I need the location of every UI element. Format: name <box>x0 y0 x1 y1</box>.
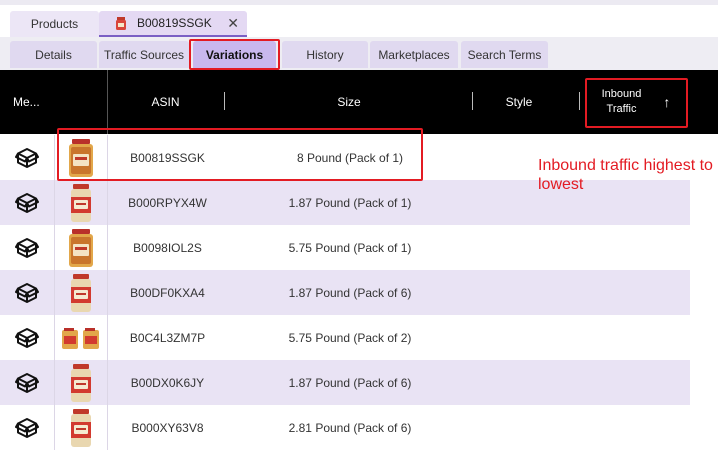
top-border <box>0 0 718 5</box>
cell-divider <box>107 270 108 315</box>
product-thumbnail-icon <box>116 17 126 30</box>
asin-cell[interactable]: B000RPYX4W <box>110 180 225 225</box>
size-cell: 1.87 Pound (Pack of 6) <box>288 285 412 300</box>
table-row[interactable]: B0098IOL2S 5.75 Pound (Pack of 1) <box>0 225 690 270</box>
box-icon[interactable] <box>0 135 54 180</box>
tab-history-label: History <box>306 47 344 62</box>
tab-search-terms-label: Search Terms <box>467 47 542 62</box>
asin-cell[interactable]: B000XY63V8 <box>110 405 225 450</box>
highlight-inbound-traffic-header <box>585 78 688 128</box>
column-resize-handle[interactable] <box>224 92 225 110</box>
asin-cell[interactable]: B00DX0K6JY <box>110 360 225 405</box>
cell-divider <box>107 405 108 450</box>
annotation-note: Inbound traffic highest to lowest <box>538 157 713 193</box>
tab-product-detail[interactable]: B00819SSGK ✕ <box>99 11 247 37</box>
product-image[interactable] <box>54 360 107 405</box>
tab-marketplaces-label: Marketplaces <box>378 47 450 62</box>
size-cell: 5.75 Pound (Pack of 2) <box>288 330 412 345</box>
table-row[interactable]: B000XY63V8 2.81 Pound (Pack of 6) <box>0 405 690 450</box>
asin-cell[interactable]: B0C4L3ZM7P <box>110 315 225 360</box>
size-cell: 1.87 Pound (Pack of 1) <box>288 195 412 210</box>
product-image[interactable] <box>54 405 107 450</box>
cell-divider <box>107 180 108 225</box>
close-icon[interactable]: ✕ <box>227 15 239 32</box>
cell-divider <box>107 225 108 270</box>
column-header-asin-label: ASIN <box>151 95 180 109</box>
column-header-size-label: Size <box>337 95 361 109</box>
highlight-first-row <box>57 128 423 181</box>
product-image[interactable] <box>54 270 107 315</box>
table-row[interactable]: B00DF0KXA4 1.87 Pound (Pack of 6) <box>0 270 690 315</box>
size-cell: 5.75 Pound (Pack of 1) <box>288 240 412 255</box>
column-resize-handle[interactable] <box>579 92 580 110</box>
asin-cell[interactable]: B0098IOL2S <box>110 225 225 270</box>
tab-products-label: Products <box>30 17 79 31</box>
tab-traffic-sources[interactable]: Traffic Sources <box>99 41 189 68</box>
tab-details-label: Details <box>35 47 72 62</box>
asin-cell[interactable]: B00DF0KXA4 <box>110 270 225 315</box>
table-row[interactable]: B0C4L3ZM7P 5.75 Pound (Pack of 2) <box>0 315 690 360</box>
box-icon[interactable] <box>0 270 54 315</box>
sub-tab-strip: Details Traffic Sources Variations Histo… <box>0 37 718 70</box>
tab-product-detail-label: B00819SSGK <box>137 16 212 30</box>
product-image[interactable] <box>54 225 107 270</box>
box-icon[interactable] <box>0 225 54 270</box>
tab-details[interactable]: Details <box>10 41 97 68</box>
table-row[interactable]: B00DX0K6JY 1.87 Pound (Pack of 6) <box>0 360 690 405</box>
tab-marketplaces[interactable]: Marketplaces <box>370 41 458 68</box>
column-header-media[interactable]: Me... <box>0 70 50 134</box>
size-cell: 2.81 Pound (Pack of 6) <box>288 420 412 435</box>
tab-products[interactable]: Products <box>10 11 99 37</box>
box-icon[interactable] <box>0 315 54 360</box>
box-icon[interactable] <box>0 360 54 405</box>
column-resize-handle[interactable] <box>472 92 473 110</box>
cell-divider <box>107 360 108 405</box>
box-icon[interactable] <box>0 405 54 450</box>
column-header-style[interactable]: Style <box>474 70 564 134</box>
highlight-variations-tab <box>189 39 280 70</box>
column-header-media-label: Me... <box>13 95 40 109</box>
product-image[interactable] <box>54 315 107 360</box>
column-header-style-label: Style <box>505 95 533 109</box>
tab-history[interactable]: History <box>282 41 368 68</box>
column-header-asin[interactable]: ASIN <box>107 70 224 134</box>
cell-divider <box>107 315 108 360</box>
size-cell: 1.87 Pound (Pack of 6) <box>288 375 412 390</box>
column-header-size[interactable]: Size <box>226 70 472 134</box>
product-image[interactable] <box>54 180 107 225</box>
tab-search-terms[interactable]: Search Terms <box>461 41 548 68</box>
box-icon[interactable] <box>0 180 54 225</box>
tab-traffic-sources-label: Traffic Sources <box>103 47 185 62</box>
